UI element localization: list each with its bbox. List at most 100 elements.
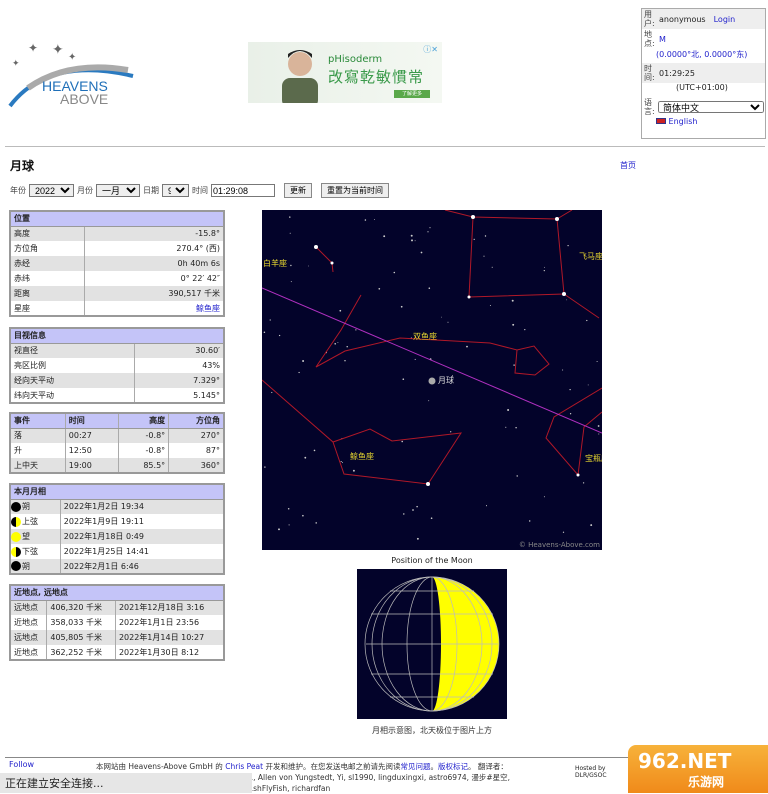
star <box>313 449 316 452</box>
row-label: 亮区比例 <box>10 358 135 373</box>
time-input[interactable] <box>211 184 275 197</box>
event-cell: 上中天 <box>10 458 66 473</box>
star <box>596 360 598 363</box>
location-link[interactable]: M <box>659 35 666 44</box>
row-value: 30.60′ <box>134 343 225 358</box>
moon-phases-table: 本月月相 朔 2022年1月2日 19:34 上弦 2022年1月9日 19:11 望 2… <box>9 483 225 575</box>
star <box>383 235 386 238</box>
month-select[interactable]: 一月 <box>96 184 140 197</box>
credits-text: 开发和维护。在您发送电邮之前请先阅读 <box>263 762 401 771</box>
table-row: 朔 2022年1月2日 19:34 <box>10 499 225 514</box>
reset-to-now-button[interactable]: 重置为当前时间 <box>321 183 389 198</box>
column-header: 时间 <box>65 413 119 429</box>
row-label: 赤纬 <box>10 271 85 286</box>
apsis-cell: 406,320 千米 <box>46 600 116 615</box>
ad-brand: pHisoderm <box>328 54 383 65</box>
table-row: 望 2022年1月18日 0:49 <box>10 529 225 544</box>
location-coords[interactable]: (0.0000°北, 0.0000°东) <box>656 50 747 59</box>
phase-date: 2022年1月2日 19:34 <box>60 499 225 514</box>
ad-close-icon[interactable]: ⓘ✕ <box>423 44 438 55</box>
table-row: 视直径 30.60′ <box>10 343 225 358</box>
star <box>491 266 493 268</box>
star <box>263 331 266 334</box>
star <box>302 360 305 362</box>
table-row: 朔 2022年2月1日 6:46 <box>10 559 225 574</box>
column-header: 方位角 <box>168 413 225 429</box>
credits-text: 。 <box>430 762 438 771</box>
cetus-lines <box>261 379 462 485</box>
moon-phase-image <box>357 569 507 719</box>
phases-header: 本月月相 <box>10 484 225 500</box>
row-value: -15.8° <box>84 226 225 241</box>
username: anonymous <box>659 14 706 24</box>
constellation-link[interactable]: 鲸鱼座 <box>196 304 220 313</box>
column-header: 高度 <box>118 413 170 429</box>
update-button[interactable]: 更新 <box>284 183 312 198</box>
apsis-cell: 2022年1月14日 10:27 <box>115 630 225 645</box>
star <box>355 329 357 331</box>
row-value: 43% <box>134 358 225 373</box>
star <box>298 371 300 374</box>
star <box>373 218 375 220</box>
location-label: 地点: <box>644 30 655 48</box>
star-map[interactable]: 白羊座 飞马座 双鱼座 鲸鱼座 宝瓶座 月球 © Heavens-Above.c… <box>261 209 609 550</box>
hosted-by-dlr[interactable]: Hosted by DLR/GSOC <box>575 765 607 779</box>
star <box>289 216 291 218</box>
star <box>505 426 507 428</box>
follow-link[interactable]: Follow <box>9 760 34 769</box>
faq-link[interactable]: 常见问题 <box>400 762 430 771</box>
hosted-label: Hosted by <box>575 765 606 772</box>
translators-text: ...shFlyFish, richardfan <box>246 784 331 793</box>
star <box>414 358 416 360</box>
legal-link[interactable]: 版权标记 <box>438 762 468 771</box>
position-header: 位置 <box>10 211 225 227</box>
star <box>393 271 396 274</box>
row-label: 高度 <box>10 226 85 241</box>
table-row: 上中天 19:00 85.5° 360° <box>10 458 225 473</box>
ad-cta-button[interactable]: 了解更多 <box>394 90 430 98</box>
table-row: 赤纬 0° 22′ 42″ <box>10 271 225 286</box>
star <box>598 433 600 435</box>
advertisement-banner[interactable]: pHisoderm 改寫乾敏慣常 了解更多 ⓘ✕ <box>248 42 442 103</box>
event-cell: 19:00 <box>65 458 119 473</box>
row-value: 0° 22′ 42″ <box>84 271 225 286</box>
table-row: 落 00:27 -0.8° 270° <box>10 428 225 443</box>
star <box>411 239 413 242</box>
apsis-cell: 358,033 千米 <box>46 615 116 630</box>
star <box>416 537 419 540</box>
table-row: 距离 390,517 千米 <box>10 286 225 301</box>
row-label: 纬向天平动 <box>10 388 135 403</box>
watermark-number: 962.NET <box>638 749 732 773</box>
english-link[interactable]: English <box>669 117 698 126</box>
apsis-cell: 近地点 <box>10 615 48 630</box>
star <box>450 431 452 433</box>
star <box>400 305 403 308</box>
day-select[interactable]: 9 <box>162 184 189 197</box>
timezone: (UTC+01:00) <box>676 83 728 92</box>
author-link[interactable]: Chris Peat <box>225 762 263 771</box>
star <box>567 244 569 247</box>
pegasus-label: 飞马座 <box>579 251 602 261</box>
star <box>287 508 290 510</box>
pegasus-lines <box>444 209 565 298</box>
star <box>507 409 510 411</box>
apsis-header: 近地点, 远地点 <box>10 585 225 601</box>
svg-text:✦: ✦ <box>12 59 20 69</box>
apsis-table: 近地点, 远地点 远地点 406,320 千米 2021年12月18日 3:16 近地… <box>9 584 225 661</box>
aquarius-label: 宝瓶座 <box>585 453 602 463</box>
apsis-cell: 远地点 <box>10 630 48 645</box>
login-link[interactable]: Login <box>714 15 736 24</box>
year-select[interactable]: 2022 <box>29 184 74 197</box>
heavens-above-logo[interactable]: ✦ ✦ ✦ ✦ HEAVENS ABOVE <box>8 38 136 108</box>
table-row: 高度 -15.8° <box>10 226 225 241</box>
star <box>489 305 491 306</box>
star <box>430 517 433 520</box>
phase-date: 2022年1月18日 0:49 <box>60 529 225 544</box>
moon-phase-icon <box>11 561 21 571</box>
star <box>344 360 346 362</box>
watermark-logo: 962.NET 乐游网 <box>628 745 768 793</box>
language-select[interactable]: 简体中文 <box>658 101 764 113</box>
star <box>511 299 514 302</box>
home-link[interactable]: 首页 <box>620 160 636 171</box>
event-cell: 270° <box>168 428 225 443</box>
